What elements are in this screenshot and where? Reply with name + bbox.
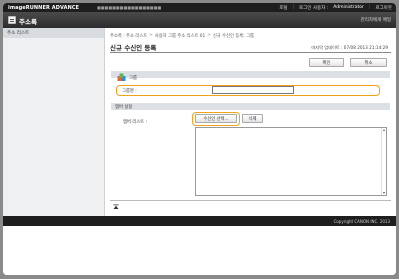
login-user-label: 로그인 사용자 :: [299, 6, 329, 11]
empty-area: [3, 226, 396, 275]
group-name-input[interactable]: [212, 86, 294, 94]
app-title-bar: 주소록 관리자에게 메일: [3, 12, 396, 28]
top-links: 포털 | 로그인 사용자 : Administrator | 로그아웃: [279, 5, 392, 11]
page-top-icon[interactable]: [113, 204, 119, 210]
separator: |: [292, 5, 294, 10]
breadcrumb-item-user-group[interactable]: 사용자 그룹 주소 리스트 01: [155, 33, 205, 39]
group-section-header: [111, 71, 390, 78]
bottom-divider: [110, 200, 391, 201]
listbox-scrollbar[interactable]: [381, 128, 386, 195]
username: Administrator: [333, 5, 364, 10]
breadcrumb: 주소록 : 주소 리스트 > 사용자 그룹 주소 리스트 01 > 신규 수신인…: [110, 33, 254, 39]
portal-link[interactable]: 포털: [279, 5, 287, 11]
member-section-header: 멤버 설정: [111, 103, 390, 110]
last-updated: 마지막 업데이트 : 07/08 2013 21:14:29: [311, 45, 388, 50]
breadcrumb-separator: >: [207, 33, 211, 38]
main-content: 주소록 : 주소 리스트 > 사용자 그룹 주소 리스트 01 > 신규 수신인…: [106, 28, 396, 216]
member-listbox[interactable]: [195, 127, 387, 196]
app-title: 주소록: [19, 18, 37, 26]
top-bar: imageRUNNER ADVANCE ■■■■■■■■■■■■■■■■■ 포털…: [3, 3, 396, 12]
scroll-up-icon[interactable]: [383, 129, 385, 131]
breadcrumb-separator: >: [149, 33, 153, 38]
group-icon: [117, 73, 126, 81]
page-title: 신규 수신인 등록: [110, 44, 157, 52]
delete-member-button[interactable]: 삭제: [242, 114, 263, 123]
title-divider: [110, 52, 391, 53]
device-host: ■■■■■■■■■■■■■■■■■: [97, 5, 162, 10]
breadcrumb-item-address-list[interactable]: 주소록 : 주소 리스트: [110, 33, 147, 39]
group-name-label: 그룹명 :: [122, 89, 137, 94]
mail-to-admin-link[interactable]: 관리자에게 메일: [361, 17, 391, 23]
product-name: imageRUNNER ADVANCE: [8, 5, 80, 11]
address-book-icon: [8, 16, 16, 24]
separator: |: [368, 5, 371, 10]
member-list-label: 멤버 리스트 :: [123, 120, 147, 125]
sidebar-item-address-list[interactable]: 주소 리스트: [3, 28, 104, 38]
select-recipient-button[interactable]: 수신인 선택...: [195, 114, 237, 123]
group-section-title: 그룹: [129, 76, 137, 81]
logout-link[interactable]: 로그아웃: [375, 5, 392, 11]
sidebar: 주소 리스트: [3, 28, 105, 216]
ok-button[interactable]: 확인: [309, 58, 344, 67]
browser-window: imageRUNNER ADVANCE ■■■■■■■■■■■■■■■■■ 포털…: [3, 3, 396, 275]
scroll-down-icon[interactable]: [383, 192, 385, 194]
footer: Copyright CANON INC. 2013: [3, 216, 396, 226]
breadcrumb-item-current: 신규 수신인 등록: 그룹: [212, 34, 254, 39]
cancel-button[interactable]: 취소: [350, 58, 387, 67]
copyright: Copyright CANON INC. 2013: [333, 218, 390, 224]
